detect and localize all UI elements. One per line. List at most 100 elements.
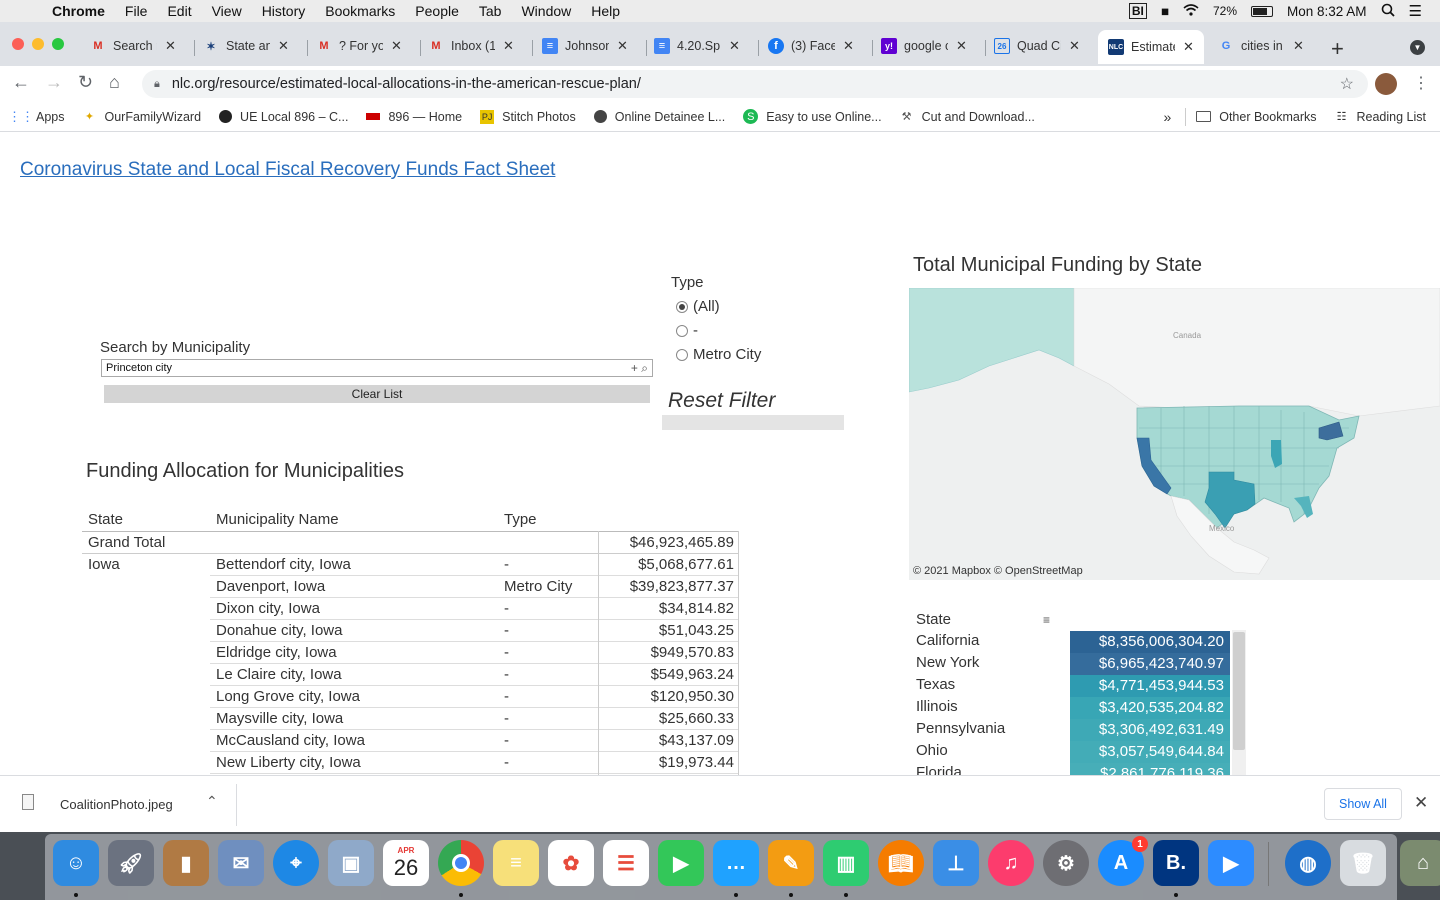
menu-app-name[interactable]: Chrome xyxy=(52,3,105,19)
keynote-icon[interactable]: ⊥ xyxy=(933,840,979,886)
fact-sheet-link[interactable]: Coronavirus State and Local Fiscal Recov… xyxy=(20,159,555,181)
menu-people[interactable]: People xyxy=(415,3,459,19)
tab-5[interactable]: ≡ 4.20.Sp ✕ xyxy=(654,33,740,59)
bookmark-stitch-photos[interactable]: PJ Stitch Photos xyxy=(480,109,576,124)
map-credit[interactable]: © 2021 Mapbox © OpenStreetMap xyxy=(913,565,1083,577)
show-all-button[interactable]: Show All xyxy=(1324,788,1402,820)
tab-close-icon[interactable]: ✕ xyxy=(1293,38,1304,54)
table-row[interactable]: Maysville city, Iowa - $25,660.33 xyxy=(82,708,738,730)
bookmark-ue-local[interactable]: UE Local 896 – C... xyxy=(219,110,348,124)
system-preferences-icon[interactable]: ⚙ xyxy=(1043,840,1089,886)
photos-icon[interactable]: ✿ xyxy=(548,840,594,886)
chevron-up-icon[interactable]: ⌃ xyxy=(206,793,218,810)
tab-close-icon[interactable]: ✕ xyxy=(165,38,176,54)
url-text[interactable]: nlc.org/resource/estimated-local-allocat… xyxy=(172,76,641,92)
pages-icon[interactable]: ✎ xyxy=(768,840,814,886)
chrome-menu-icon[interactable]: ⋮ xyxy=(1413,73,1429,93)
forward-arrow-icon[interactable]: → xyxy=(45,72,63,93)
reload-icon[interactable]: ↻ xyxy=(78,72,93,93)
bluetooth-audio-icon[interactable]: BI xyxy=(1128,3,1147,19)
bookmark-ourfamilywizard[interactable]: ✦ OurFamilyWizard xyxy=(83,110,201,124)
battery-percent[interactable]: 72% xyxy=(1213,4,1237,18)
tab-close-icon[interactable]: ✕ xyxy=(1069,38,1080,54)
state-bar-row[interactable]: New York $6,965,423,740.97 xyxy=(916,653,1236,675)
column-header-municipality[interactable]: Municipality Name xyxy=(216,511,339,528)
other-bookmarks[interactable]: Other Bookmarks xyxy=(1196,110,1317,124)
add-icon[interactable]: + xyxy=(631,361,638,375)
world-globe-icon[interactable]: ◍ xyxy=(1285,840,1331,886)
numbers-icon[interactable]: ▥ xyxy=(823,840,869,886)
books-icon[interactable]: 📖︎ xyxy=(878,840,924,886)
chrome-icon[interactable] xyxy=(438,840,484,886)
type-option-metro[interactable]: Metro City xyxy=(676,346,761,363)
table-row[interactable]: Le Claire city, Iowa - $549,963.24 xyxy=(82,664,738,686)
spotlight-search-icon[interactable] xyxy=(1381,3,1395,20)
home-icon[interactable]: ⌂ xyxy=(109,72,120,93)
downloaded-file-name[interactable]: CoalitionPhoto.jpeg xyxy=(60,797,173,812)
bookmark-star-icon[interactable]: ☆ xyxy=(1340,74,1354,94)
lock-icon[interactable]: 🔒︎ xyxy=(154,78,160,91)
booking-icon[interactable]: B. xyxy=(1153,840,1199,886)
reset-filter-label[interactable]: Reset Filter xyxy=(668,389,775,413)
new-tab-button[interactable]: + xyxy=(1331,36,1344,62)
tab-search-icon[interactable]: ▼ xyxy=(1410,40,1425,55)
municipality-search-input[interactable]: Princeton city + ⌕ xyxy=(101,359,653,377)
facetime-icon[interactable]: ▶ xyxy=(658,840,704,886)
zoom-icon[interactable]: ▶ xyxy=(1208,840,1254,886)
sort-icon[interactable]: ≡ xyxy=(1043,613,1050,627)
menu-file[interactable]: File xyxy=(125,3,148,19)
grand-total-row[interactable]: Grand Total $46,923,465.89 xyxy=(82,532,738,554)
finder-icon[interactable]: ☺ xyxy=(53,840,99,886)
tab-6[interactable]: f (3) Face ✕ xyxy=(768,33,854,59)
search-icon[interactable]: ⌕ xyxy=(641,361,648,375)
clear-list-button[interactable]: Clear List xyxy=(104,385,650,403)
menu-history[interactable]: History xyxy=(262,3,306,19)
menu-help[interactable]: Help xyxy=(591,3,620,19)
tab-close-icon[interactable]: ✕ xyxy=(503,38,514,54)
table-row[interactable]: Dixon city, Iowa - $34,814.82 xyxy=(82,598,738,620)
menu-tab[interactable]: Tab xyxy=(479,3,502,19)
bookmark-896-home[interactable]: 896 — Home xyxy=(366,110,462,124)
reset-filter-button[interactable] xyxy=(662,415,844,430)
tab-8[interactable]: 26 Quad Ci ✕ xyxy=(994,33,1080,59)
battery-icon[interactable] xyxy=(1251,5,1273,17)
table-row[interactable]: McCausland city, Iowa - $43,137.09 xyxy=(82,730,738,752)
state-bar-row[interactable]: Ohio $3,057,549,644.84 xyxy=(916,741,1236,763)
reading-list[interactable]: ☷ Reading List xyxy=(1335,110,1426,124)
state-bar-row[interactable]: Illinois $3,420,535,204.82 xyxy=(916,697,1236,719)
tab-4[interactable]: ≡ Johnson ✕ xyxy=(542,33,628,59)
tab-1[interactable]: ✶ State an ✕ xyxy=(203,33,289,59)
table-row[interactable]: Long Grove city, Iowa - $120,950.30 xyxy=(82,686,738,708)
bookmark-easy-online[interactable]: S Easy to use Online... xyxy=(743,109,882,124)
state-list-scrollbar[interactable] xyxy=(1232,630,1246,775)
menu-view[interactable]: View xyxy=(212,3,242,19)
state-bar-row[interactable]: Florida $2,861,776,119.36 xyxy=(916,763,1236,775)
launchpad-icon[interactable]: 🚀︎ xyxy=(108,840,154,886)
bookmark-cut-download[interactable]: ⚒ Cut and Download... xyxy=(900,110,1035,124)
close-icon[interactable]: ✕ xyxy=(1414,793,1428,813)
music-icon[interactable]: ♫ xyxy=(988,840,1034,886)
notes-icon[interactable]: ≡ xyxy=(493,840,539,886)
menubar-clock[interactable]: Mon 8:32 AM xyxy=(1287,4,1367,19)
menu-bookmarks[interactable]: Bookmarks xyxy=(325,3,395,19)
state-bar-row[interactable]: Pennsylvania $3,306,492,631.49 xyxy=(916,719,1236,741)
address-bar[interactable]: 🔒︎ nlc.org/resource/estimated-local-allo… xyxy=(142,70,1368,98)
table-row[interactable]: Bettendorf city, Iowa - $5,068,677.61 xyxy=(82,554,738,576)
state-bar-row[interactable]: California $8,356,006,304.20 xyxy=(916,631,1236,653)
calendar-icon[interactable]: APR 26 xyxy=(383,840,429,886)
tab-close-icon[interactable]: ✕ xyxy=(843,38,854,54)
scrollbar-thumb[interactable] xyxy=(1233,632,1245,750)
preview-icon[interactable]: ▣ xyxy=(328,840,374,886)
table-row[interactable]: New Liberty city, Iowa - $19,973.44 xyxy=(82,752,738,774)
bookmark-apps[interactable]: ⋮⋮ Apps xyxy=(8,109,65,124)
tab-close-icon[interactable]: ✕ xyxy=(1183,39,1194,55)
type-option-all[interactable]: (All) xyxy=(676,298,720,315)
column-header-type[interactable]: Type xyxy=(504,511,537,528)
tab-close-icon[interactable]: ✕ xyxy=(391,38,402,54)
type-option-dash[interactable]: - xyxy=(676,322,698,339)
trash-icon[interactable]: 🗑︎ xyxy=(1340,840,1386,886)
tab-close-icon[interactable]: ✕ xyxy=(278,38,289,54)
messages-icon[interactable]: … xyxy=(713,840,759,886)
tab-close-icon[interactable]: ✕ xyxy=(617,38,628,54)
profile-avatar[interactable] xyxy=(1375,73,1397,95)
